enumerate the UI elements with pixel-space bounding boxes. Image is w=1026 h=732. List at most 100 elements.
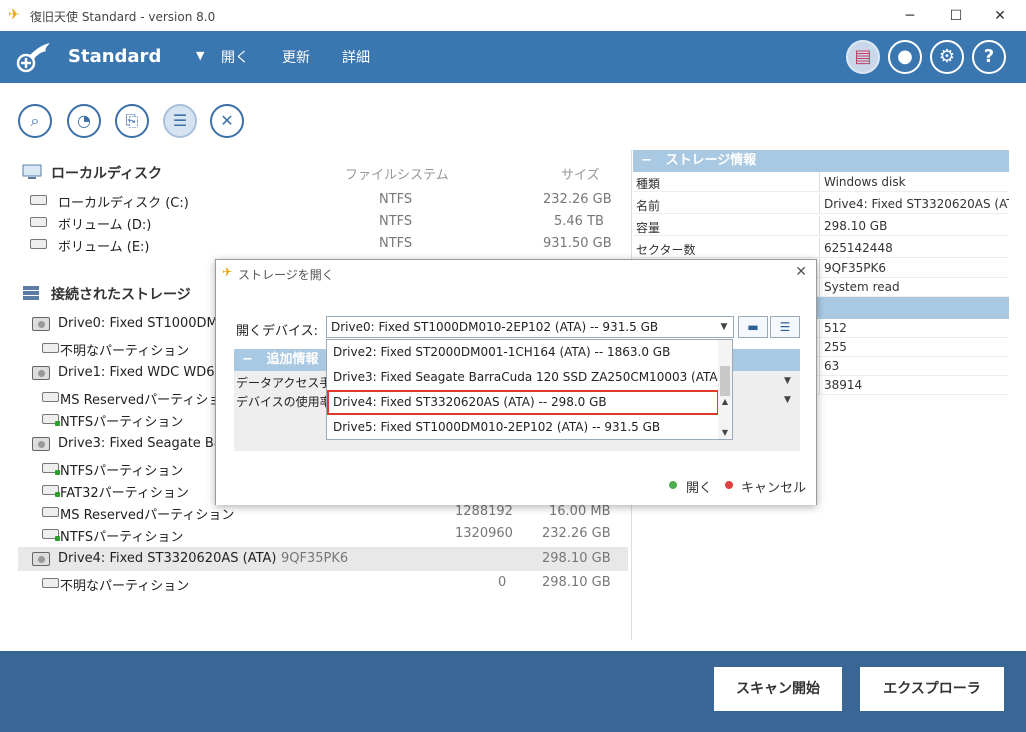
- title-bar: ✈ 復旧天使 Standard - version 8.0 ─ ☐ ✕: [0, 0, 1026, 31]
- device-option[interactable]: Drive2: Fixed ST2000DM001-1CH164 (ATA) -…: [327, 340, 719, 365]
- dialog-close-icon[interactable]: ✕: [795, 264, 807, 280]
- info-key: 名前: [636, 199, 661, 213]
- info-value: 625142448: [824, 241, 893, 255]
- open-folder-icon[interactable]: ▬: [738, 316, 768, 338]
- chevron-down-icon[interactable]: ▼: [784, 395, 791, 405]
- disk-icon: [30, 239, 47, 249]
- menu-open[interactable]: 開く: [221, 47, 249, 67]
- dialog-title: ストレージを開く: [238, 268, 334, 282]
- volume-fs: NTFS: [379, 214, 413, 229]
- close-window-button[interactable]: ✕: [982, 4, 1018, 28]
- disk-icon: [30, 217, 47, 227]
- storage-start: 0: [498, 575, 507, 590]
- storage-name: NTFSパーティション: [60, 530, 184, 545]
- partition-icon: [42, 485, 60, 497]
- storage-name: Drive4: Fixed ST3320620AS (ATA): [58, 551, 277, 566]
- storage-name: NTFSパーティション: [60, 464, 184, 479]
- volume-name: ボリューム (E:): [58, 240, 150, 255]
- dropdown-scrollbar[interactable]: ▲ ▼: [718, 340, 732, 439]
- volume-fs: NTFS: [379, 192, 413, 207]
- image-file-icon[interactable]: ⎘: [115, 104, 149, 138]
- column-size: サイズ: [561, 168, 600, 183]
- local-disk-row[interactable]: ローカルディスク (C:) NTFS 232.26 GB: [18, 189, 628, 211]
- info-value: 38914: [824, 378, 863, 392]
- storage-row[interactable]: 不明なパーティション 0 298.10 GB: [18, 572, 628, 594]
- volume-name: ローカルディスク (C:): [58, 196, 189, 211]
- hard-drive-icon: [32, 552, 50, 566]
- angel-logo-icon: [16, 43, 50, 73]
- storage-serial: 9QF35PK6: [281, 551, 349, 566]
- info-value: System read: [824, 280, 900, 294]
- partition-icon: [42, 529, 60, 541]
- dialog-cancel-button[interactable]: キャンセル: [741, 477, 806, 496]
- hard-drive-icon: [32, 317, 50, 331]
- start-scan-button[interactable]: スキャン開始: [714, 667, 842, 711]
- device-option[interactable]: Drive5: Fixed ST1000DM010-2EP102 (ATA) -…: [327, 415, 719, 440]
- help-icon[interactable]: ?: [972, 40, 1006, 74]
- info-row: 容量 298.10 GB: [633, 216, 1009, 236]
- partition-pie-icon[interactable]: ◔: [67, 104, 101, 138]
- settings-gear-icon[interactable]: ⚙: [930, 40, 964, 74]
- device-option[interactable]: Drive3: Fixed Seagate BarraCuda 120 SSD …: [327, 365, 719, 390]
- device-list-icon[interactable]: ☰: [770, 316, 800, 338]
- local-disk-row[interactable]: ボリューム (E:) NTFS 931.50 GB: [18, 233, 628, 255]
- storage-name: FAT32パーティション: [60, 486, 189, 501]
- chevron-down-icon[interactable]: ▼: [784, 376, 791, 386]
- maximize-button[interactable]: ☐: [938, 4, 974, 28]
- device-option-selected[interactable]: Drive4: Fixed ST3320620AS (ATA) -- 298.0…: [327, 390, 719, 415]
- storage-info-header[interactable]: − ストレージ情報: [633, 150, 1009, 172]
- hard-drive-icon: [32, 366, 50, 380]
- scroll-up-icon[interactable]: ▲: [718, 397, 732, 406]
- device-usage-label: デバイスの使用率: [236, 395, 332, 409]
- register-card-icon[interactable]: ▤: [846, 40, 880, 74]
- partition-icon: [42, 578, 59, 588]
- info-value: Windows disk: [824, 175, 906, 189]
- local-disk-heading: ローカルディスク: [51, 166, 163, 182]
- account-icon[interactable]: ●: [888, 40, 922, 74]
- data-access-label: データアクセス手: [236, 376, 332, 390]
- menu-refresh[interactable]: 更新: [282, 47, 310, 67]
- storage-name: 不明なパーティション: [60, 579, 190, 594]
- storage-name: 不明なパーティション: [60, 344, 190, 359]
- disk-icon: [30, 195, 47, 205]
- info-key: 種類: [636, 177, 661, 191]
- volume-size: 232.26 GB: [543, 192, 612, 207]
- storage-size: 298.10 GB: [542, 575, 611, 590]
- top-bar: Standard ▼ 開く 更新 詳細 ▤ ● ⚙ ?: [0, 31, 1026, 83]
- device-select[interactable]: Drive0: Fixed ST1000DM010-2EP102 (ATA) -…: [326, 316, 734, 338]
- cancel-dot-icon: [725, 481, 733, 489]
- storage-name: MS Reservedパーティション: [60, 508, 235, 523]
- local-disk-row[interactable]: ボリューム (D:) NTFS 5.46 TB: [18, 211, 628, 233]
- storage-size: 16.00 MB: [549, 504, 611, 519]
- scroll-thumb[interactable]: [720, 366, 730, 396]
- volume-fs: NTFS: [379, 236, 413, 251]
- info-row: 名前 Drive4: Fixed ST3320620AS (ATA): [633, 194, 1009, 214]
- explorer-button[interactable]: エクスプローラ: [860, 667, 1004, 711]
- menu-details[interactable]: 詳細: [342, 47, 370, 67]
- storage-size: 232.26 GB: [542, 526, 611, 541]
- storage-size: 298.10 GB: [542, 551, 611, 566]
- info-value: 63: [824, 359, 840, 373]
- dialog-open-button[interactable]: 開く: [686, 477, 712, 496]
- close-icon[interactable]: ✕: [210, 104, 244, 138]
- info-row: 種類 Windows disk: [633, 172, 1009, 192]
- storage-row[interactable]: NTFSパーティション 1320960 232.26 GB: [18, 523, 628, 545]
- scroll-down-icon[interactable]: ▼: [718, 428, 732, 437]
- additional-info-title: 追加情報: [266, 352, 319, 367]
- device-label: 開くデバイス:: [236, 324, 318, 339]
- app-angel-icon: ✈: [8, 7, 20, 23]
- search-scan-icon[interactable]: ⌕: [18, 104, 52, 138]
- footer-bar: スキャン開始 エクスプローラ: [0, 651, 1026, 732]
- info-row: セクター数 625142448: [633, 238, 1009, 258]
- angel-small-icon: ✈: [222, 265, 233, 279]
- storage-name: MS Reservedパーティション: [60, 393, 235, 408]
- info-key: 容量: [636, 221, 661, 235]
- minimize-button[interactable]: ─: [892, 4, 928, 28]
- monitor-icon: [22, 164, 42, 179]
- storage-row-selected[interactable]: Drive4: Fixed ST3320620AS (ATA) 9QF35PK6…: [18, 547, 628, 571]
- chevron-down-icon[interactable]: ▼: [715, 317, 733, 337]
- info-value: 298.10 GB: [824, 219, 888, 233]
- list-view-icon[interactable]: ☰: [163, 104, 197, 138]
- hard-drive-icon: [32, 437, 50, 451]
- menu-dropdown-icon[interactable]: ▼: [196, 49, 204, 62]
